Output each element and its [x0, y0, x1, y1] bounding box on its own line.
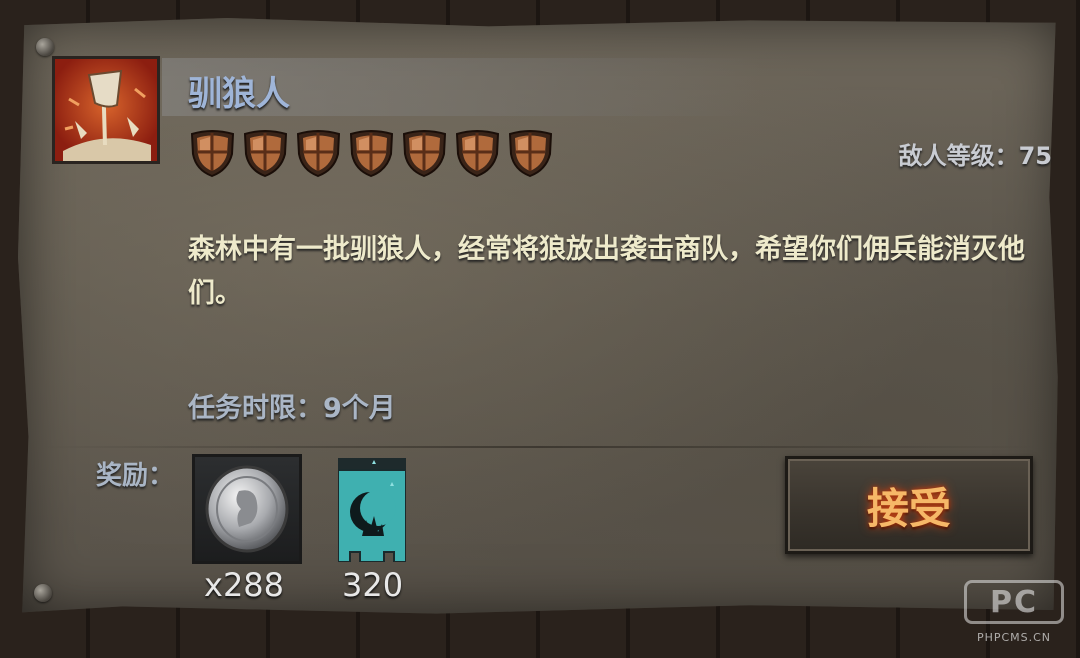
rivet-icon [34, 584, 52, 602]
divider [40, 446, 1040, 448]
rivet-icon [36, 38, 54, 56]
difficulty-rating [188, 128, 555, 178]
shield-icon [506, 128, 555, 178]
reward-silver-coin[interactable] [192, 454, 302, 564]
accept-button[interactable]: 接受 [785, 456, 1033, 554]
crescent-banner-icon [337, 458, 407, 563]
accept-label: 接受 [866, 483, 951, 533]
quest-description: 森林中有一批驯狼人，经常将狼放出袭击商队，希望你们佣兵能消灭他们。 [188, 234, 1025, 309]
watermark-text: PHPCMS.CN [976, 631, 1052, 644]
shield-icon [347, 128, 396, 178]
wolf-banner-icon [52, 56, 160, 164]
shield-icon [188, 128, 237, 178]
reward-banner[interactable] [337, 458, 407, 563]
quest-title: 驯狼人 [188, 74, 290, 114]
shield-icon [400, 128, 449, 178]
shield-icon [453, 128, 502, 178]
watermark: PC PHPCMS.CN [958, 580, 1070, 644]
shield-icon [241, 128, 290, 178]
shield-icon [294, 128, 343, 178]
reward-count: x288 [204, 566, 285, 604]
game-screen: 驯狼人 敌人等级：75 森林中有一批驯狼人，经常将狼放出袭击商队，希望你们佣兵能… [0, 0, 1080, 658]
reward-count: 320 [342, 566, 404, 604]
watermark-logo: PC [964, 580, 1064, 624]
silver-coin-icon [205, 465, 289, 553]
enemy-level: 敌人等级：75 [898, 142, 1052, 170]
quest-time-limit: 任务时限：9个月 [188, 393, 396, 424]
rewards-label: 奖励： [96, 461, 175, 491]
